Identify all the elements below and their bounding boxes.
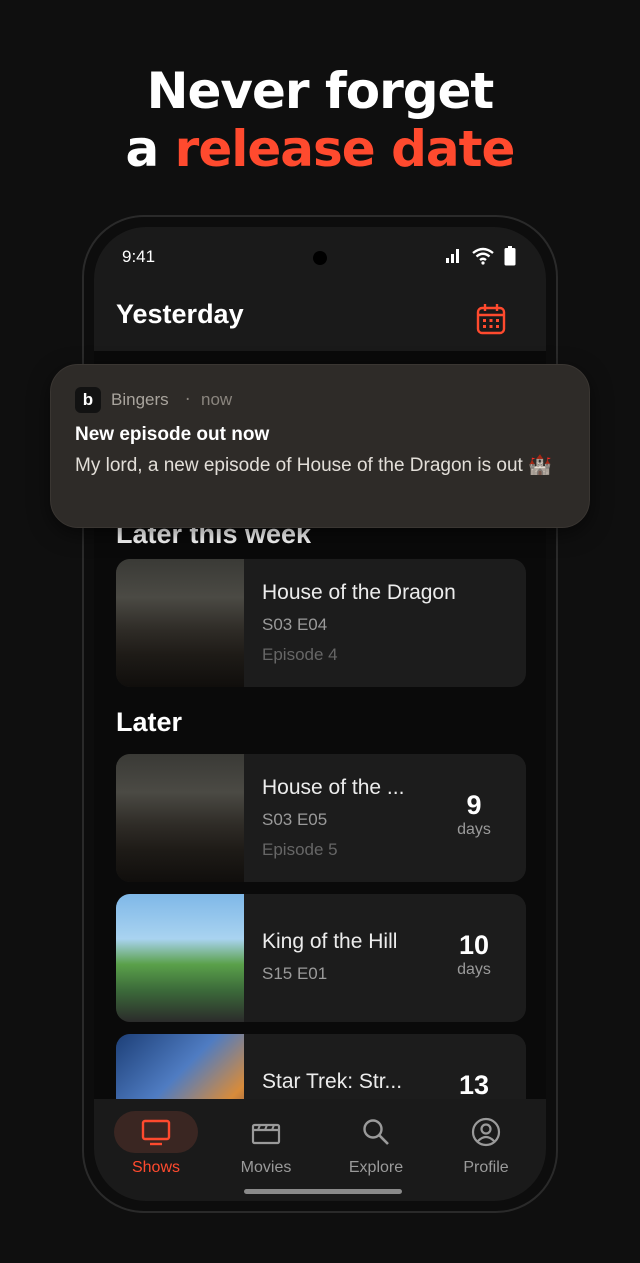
nav-explore[interactable]: Explore — [324, 1111, 428, 1177]
battery-icon — [504, 246, 516, 266]
search-icon — [363, 1119, 389, 1145]
headline-line-2: a release date — [0, 120, 640, 178]
nav-label: Shows — [131, 1159, 181, 1176]
days-countdown: 13 — [444, 1070, 504, 1101]
app-bar: Yesterday — [94, 287, 546, 351]
status-icons — [444, 246, 516, 266]
days-countdown: 10 days — [444, 930, 504, 979]
episode-title: Episode 4 — [262, 645, 338, 664]
show-poster — [116, 754, 244, 882]
section-title-later: Later — [116, 707, 183, 737]
home-indicator[interactable] — [244, 1189, 402, 1194]
calendar-button[interactable] — [476, 303, 506, 339]
notification-time: now — [201, 390, 233, 409]
nav-movies[interactable]: Movies — [214, 1111, 318, 1177]
days-count: 13 — [458, 1070, 490, 1100]
show-poster — [116, 894, 244, 1022]
show-name: House of the Dragon — [262, 581, 456, 604]
list-item[interactable]: King of the Hill S15 E01 10 days — [116, 894, 526, 1022]
show-poster — [116, 559, 244, 687]
nav-label: Movies — [240, 1159, 292, 1176]
list-item[interactable]: House of the ... S03 E05 Episode 5 9 day… — [116, 754, 526, 882]
calendar-icon — [476, 304, 506, 335]
wifi-icon — [472, 247, 494, 265]
episode-title: Episode 5 — [262, 840, 338, 859]
episode-code: S03 E04 — [262, 615, 328, 634]
camera-cutout — [313, 251, 327, 265]
headline: Never forget a release date — [0, 62, 640, 178]
tv-icon — [141, 1119, 171, 1146]
page-title: Yesterday — [116, 299, 244, 329]
notification-title: New episode out now — [75, 424, 270, 445]
app-icon: b — [75, 387, 101, 413]
show-name: House of the ... — [262, 776, 405, 799]
status-time: 9:41 — [122, 247, 156, 266]
notification-body: My lord, a new episode of House of the D… — [75, 455, 552, 476]
nav-shows[interactable]: Shows — [104, 1111, 208, 1177]
app-icon-letter: b — [82, 390, 94, 409]
days-count: 9 — [466, 790, 482, 820]
headline-line-1: Never forget — [146, 62, 495, 120]
nav-profile[interactable]: Profile — [434, 1111, 538, 1177]
nav-label: Explore — [348, 1159, 404, 1176]
notification-banner[interactable]: b Bingers · now New episode out now My l… — [50, 364, 590, 528]
nav-label: Profile — [463, 1159, 509, 1176]
notification-app-name: Bingers — [111, 390, 169, 409]
notification-separator: · — [185, 390, 191, 410]
profile-icon — [471, 1117, 501, 1147]
days-unit: days — [457, 961, 491, 978]
days-countdown: 9 days — [444, 790, 504, 839]
bottom-nav: Shows Movies Explore Profile — [94, 1099, 546, 1201]
headline-accent: release date — [174, 120, 516, 178]
list-item[interactable]: House of the Dragon S03 E04 Episode 4 — [116, 559, 526, 687]
episode-code: S03 E05 — [262, 810, 328, 829]
signal-icon — [446, 249, 459, 263]
show-name: Star Trek: Str... — [262, 1070, 403, 1093]
show-name: King of the Hill — [262, 930, 398, 953]
status-bar: 9:41 — [94, 227, 546, 287]
days-count: 10 — [458, 930, 490, 960]
episode-code: S15 E01 — [262, 964, 328, 983]
clapperboard-icon — [251, 1123, 281, 1145]
headline-plain: a — [125, 120, 175, 178]
days-unit: days — [457, 821, 491, 838]
